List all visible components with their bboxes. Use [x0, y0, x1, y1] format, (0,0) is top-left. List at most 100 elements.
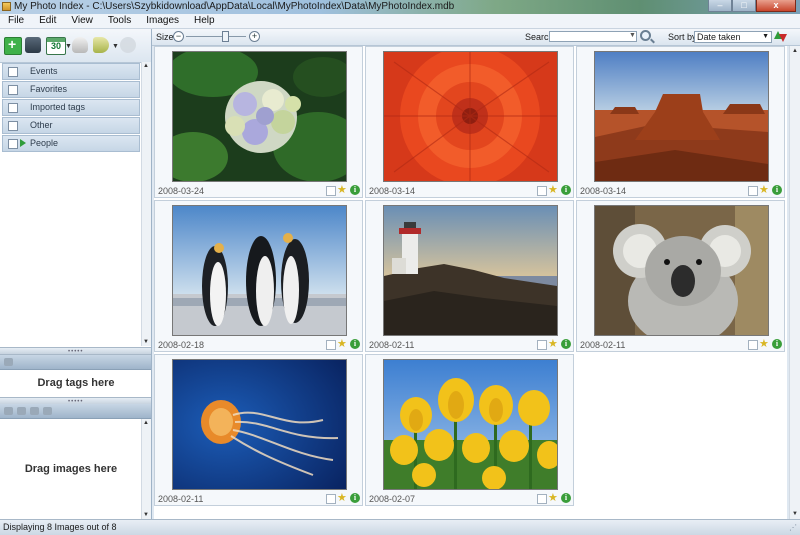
- star-icon[interactable]: ★: [548, 337, 558, 350]
- photo-select-checkbox[interactable]: [537, 340, 547, 350]
- scroll-down-icon[interactable]: ▼: [143, 339, 149, 345]
- photo-thumbnail-penguins[interactable]: [172, 205, 347, 336]
- tags-panel-icon: [4, 358, 13, 366]
- star-icon[interactable]: ★: [337, 337, 347, 350]
- photo-grid: 2008-03-24 ★ i 2008-03-14 ★ i 2008-03-14…: [154, 46, 787, 519]
- info-icon[interactable]: i: [772, 339, 782, 349]
- photo-select-checkbox[interactable]: [537, 186, 547, 196]
- images-drop-zone[interactable]: Drag images here: [2, 419, 140, 519]
- photo-card[interactable]: 2008-03-24 ★ i: [154, 46, 363, 198]
- category-scrollbar[interactable]: ▲ ▼: [141, 62, 151, 346]
- photo-select-checkbox[interactable]: [326, 186, 336, 196]
- view-toolbar: Size: − + Search: ▼ Sort by: Date taken …: [152, 29, 800, 46]
- photo-card[interactable]: 2008-02-07 ★ i: [365, 354, 574, 506]
- filter-icon[interactable]: [72, 37, 88, 53]
- photo-thumbnail-hydrangea[interactable]: [172, 51, 347, 182]
- info-icon[interactable]: i: [772, 185, 782, 195]
- calendar-icon[interactable]: 30: [46, 37, 66, 55]
- photo-thumbnail-chrysanthemum[interactable]: [383, 51, 558, 182]
- photo-card[interactable]: 2008-02-11 ★ i: [365, 200, 574, 352]
- panel-tool-icon[interactable]: [30, 407, 39, 415]
- category-other[interactable]: Other: [2, 117, 140, 134]
- info-icon[interactable]: i: [350, 185, 360, 195]
- star-icon[interactable]: ★: [548, 491, 558, 504]
- star-icon[interactable]: ★: [337, 491, 347, 504]
- close-button[interactable]: x: [756, 0, 796, 12]
- images-panel-scrollbar[interactable]: ▲ ▼: [141, 419, 151, 519]
- category-events[interactable]: Events: [2, 63, 140, 80]
- photo-grid-scrollbar[interactable]: ▲ ▼: [789, 46, 800, 519]
- photo-select-checkbox[interactable]: [326, 494, 336, 504]
- photo-select-checkbox[interactable]: [326, 340, 336, 350]
- resize-grip-icon[interactable]: ⋰: [789, 523, 797, 532]
- scroll-up-icon[interactable]: ▲: [143, 420, 149, 426]
- info-icon[interactable]: i: [350, 339, 360, 349]
- photo-thumbnail-lighthouse[interactable]: [383, 205, 558, 336]
- photo-thumbnail-jellyfish[interactable]: [172, 359, 347, 490]
- photo-select-checkbox[interactable]: [748, 340, 758, 350]
- category-imported-tags[interactable]: Imported tags: [2, 99, 140, 116]
- scroll-up-icon[interactable]: ▲: [143, 63, 149, 69]
- category-checkbox[interactable]: [8, 121, 18, 131]
- category-checkbox[interactable]: [8, 67, 18, 77]
- import-camera-icon[interactable]: [25, 37, 41, 53]
- category-favorites[interactable]: Favorites: [2, 81, 140, 98]
- category-people[interactable]: People: [2, 135, 140, 152]
- expand-arrow-icon[interactable]: [20, 139, 26, 147]
- tags-drop-zone[interactable]: Drag tags here: [2, 370, 150, 396]
- menu-file[interactable]: File: [0, 14, 31, 28]
- star-icon[interactable]: ★: [337, 183, 347, 196]
- star-icon[interactable]: ★: [548, 183, 558, 196]
- scroll-down-icon[interactable]: ▼: [792, 511, 798, 517]
- sort-select[interactable]: Date taken ▼: [694, 31, 772, 43]
- minimize-button[interactable]: –: [708, 0, 732, 12]
- star-icon[interactable]: ★: [759, 183, 769, 196]
- star-icon[interactable]: ★: [759, 337, 769, 350]
- size-slider-thumb[interactable]: [222, 31, 229, 42]
- photo-thumbnail-desert[interactable]: [594, 51, 769, 182]
- category-label: Other: [30, 120, 53, 130]
- scroll-up-icon[interactable]: ▲: [792, 48, 798, 54]
- tag-dropdown-icon[interactable]: ▼: [112, 43, 119, 50]
- photo-card[interactable]: 2008-02-11 ★ i: [576, 200, 785, 352]
- menu-view[interactable]: View: [63, 14, 100, 28]
- info-icon[interactable]: i: [350, 493, 360, 503]
- photo-select-checkbox[interactable]: [537, 494, 547, 504]
- photo-select-checkbox[interactable]: [748, 186, 758, 196]
- info-icon[interactable]: i: [561, 493, 571, 503]
- panel-tool-icon[interactable]: [4, 407, 13, 415]
- info-icon[interactable]: i: [561, 185, 571, 195]
- search-icon[interactable]: [640, 30, 651, 41]
- tag-icon[interactable]: [93, 37, 109, 53]
- photo-card[interactable]: 2008-02-11 ★ i: [154, 354, 363, 506]
- add-photos-icon[interactable]: [4, 36, 22, 55]
- photo-card[interactable]: 2008-03-14 ★ i: [576, 46, 785, 198]
- search-dropdown-icon[interactable]: ▼: [629, 32, 636, 39]
- category-checkbox[interactable]: [8, 103, 18, 113]
- photo-date: 2008-03-24: [158, 186, 205, 196]
- scroll-down-icon[interactable]: ▼: [143, 512, 149, 518]
- panel-tool-icon[interactable]: [17, 407, 26, 415]
- category-checkbox[interactable]: [8, 85, 18, 95]
- info-icon[interactable]: i: [561, 339, 571, 349]
- photo-card[interactable]: 2008-02-18 ★ i: [154, 200, 363, 352]
- calendar-dropdown-icon[interactable]: ▼: [65, 43, 72, 50]
- panel-tool-icon[interactable]: [43, 407, 52, 415]
- zoom-out-button[interactable]: −: [173, 31, 184, 42]
- sort-direction-icon[interactable]: [774, 31, 787, 42]
- photo-thumbnail-tulips[interactable]: [383, 359, 558, 490]
- panel-splitter[interactable]: •••••: [0, 347, 151, 355]
- menu-edit[interactable]: Edit: [31, 14, 63, 28]
- category-label: People: [30, 138, 59, 148]
- photo-thumbnail-koala[interactable]: [594, 205, 769, 336]
- category-checkbox[interactable]: [8, 139, 18, 149]
- menu-help[interactable]: Help: [186, 14, 222, 28]
- search-input[interactable]: [549, 31, 637, 42]
- menu-images[interactable]: Images: [138, 14, 186, 28]
- photo-card[interactable]: 2008-03-14 ★ i: [365, 46, 574, 198]
- category-list: Events Favorites Imported tags Other Peo…: [2, 63, 140, 153]
- size-slider[interactable]: [186, 36, 246, 37]
- maximize-button[interactable]: □: [732, 0, 756, 12]
- zoom-in-button[interactable]: +: [249, 31, 260, 42]
- menu-tools[interactable]: Tools: [100, 14, 138, 28]
